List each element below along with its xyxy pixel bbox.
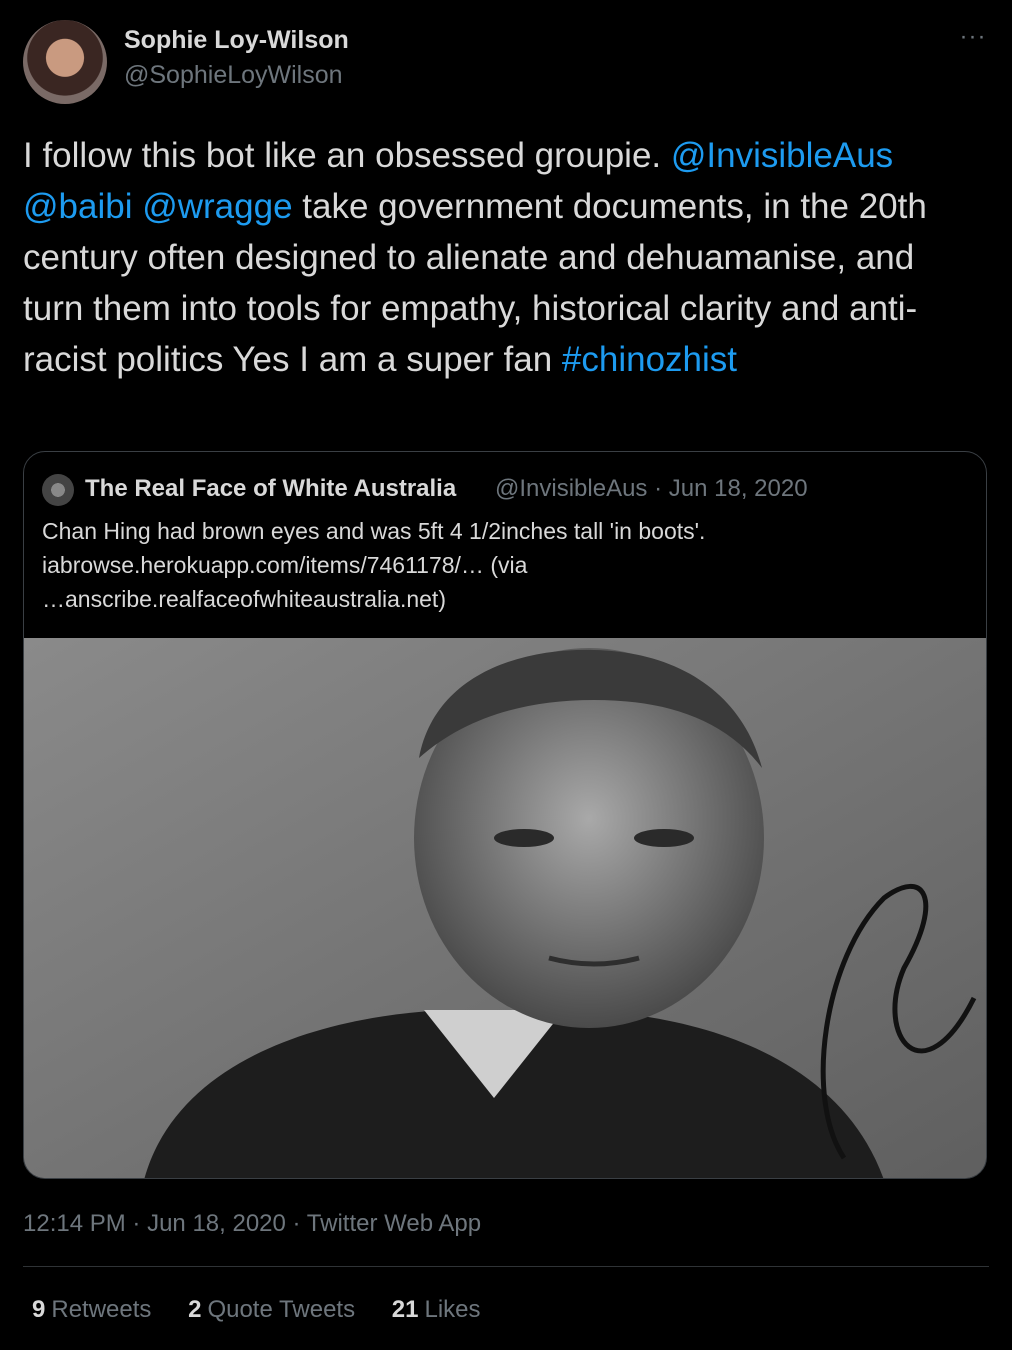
quoted-meta: @InvisibleAus · Jun 18, 2020 [495,475,808,503]
quoted-handle: @InvisibleAus [495,475,648,502]
tweet-timestamp: 12:14 PM · Jun 18, 2020 · Twitter Web Ap… [23,1210,481,1238]
quoted-text: Chan Hing had brown eyes and was 5ft 4 1… [42,514,962,616]
quoted-date: Jun 18, 2020 [668,475,808,502]
meta-separator: · [292,1210,307,1237]
retweets-label: Retweets [51,1296,152,1323]
tweet-text-segment [132,187,142,226]
likes-count: 21 [391,1296,419,1323]
quoted-text-line: Chan Hing had brown eyes and was 5ft 4 1… [42,518,706,544]
likes-stat[interactable]: 21 Likes [392,1296,481,1324]
portrait-image [24,638,986,1178]
tweet-text-segment: I follow this bot like an obsessed group… [23,136,671,175]
quoted-author-name: The Real Face of White Australia [85,475,457,502]
retweets-count: 9 [32,1296,46,1323]
quote-tweets-label: Quote Tweets [207,1296,356,1323]
quoted-text-line[interactable]: …anscribe.realfaceofwhiteaustralia.net) [42,582,962,616]
meta-separator: · [132,1210,148,1237]
more-horizontal-icon[interactable]: ··· [958,22,988,52]
tweet-text: I follow this bot like an obsessed group… [23,130,983,385]
quote-tweets-stat[interactable]: 2 Quote Tweets [188,1296,355,1324]
quoted-text-line[interactable]: iabrowse.herokuapp.com/items/7461178/… (… [42,548,962,582]
tweet-link[interactable]: @baibi [23,187,132,226]
tweet-link[interactable]: @wragge [142,187,292,226]
quote-tweets-count: 2 [188,1296,202,1323]
tweet-date[interactable]: Jun 18, 2020 [147,1210,286,1237]
likes-label: Likes [424,1296,481,1323]
author-handle[interactable]: @SophieLoyWilson [124,61,343,90]
quoted-tweet[interactable]: The Real Face of White Australia @Invisi… [23,451,987,1179]
tweet-link[interactable]: #chinozhist [562,340,737,379]
tweet-stats: 9 Retweets 2 Quote Tweets 21 Likes [32,1296,511,1324]
retweets-stat[interactable]: 9 Retweets [32,1296,151,1324]
author-name[interactable]: Sophie Loy-Wilson [124,26,349,55]
quoted-avatar[interactable] [42,474,74,506]
tweet-time[interactable]: 12:14 PM [23,1210,126,1237]
divider [23,1266,989,1267]
tweet-link[interactable]: @InvisibleAus [671,136,893,175]
meta-separator: · [654,475,669,502]
author-avatar[interactable] [23,20,107,104]
tweet-source[interactable]: Twitter Web App [307,1210,481,1237]
quoted-photo[interactable] [24,638,986,1178]
